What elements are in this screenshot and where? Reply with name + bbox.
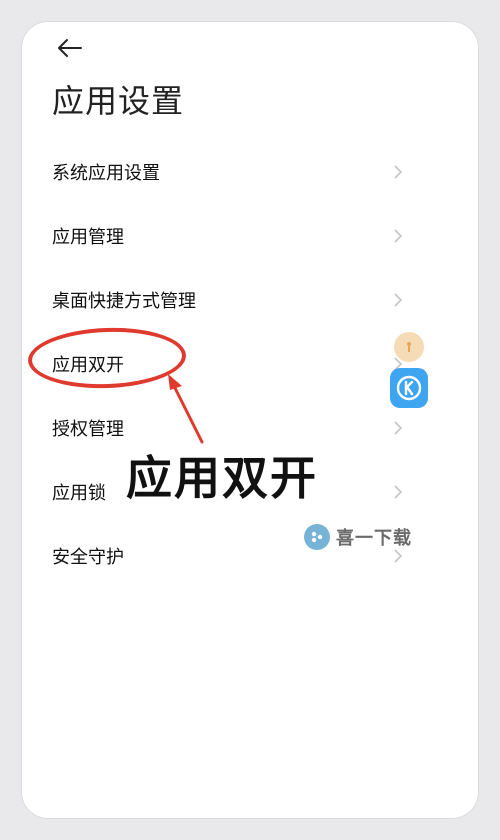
menu-item-app-management[interactable]: 应用管理 — [52, 212, 408, 260]
back-arrow-icon — [58, 39, 82, 57]
page-title: 应用设置 — [52, 82, 185, 120]
menu-item-label: 安全守护 — [52, 547, 124, 568]
chevron-right-icon — [388, 226, 408, 246]
settings-screen: 应用设置 系统应用设置 应用管理 桌面快捷方式管理 应用双开 授权管理 应用锁 — [22, 22, 478, 818]
xiyi-logo-icon — [304, 524, 330, 550]
menu-item-label: 应用锁 — [52, 483, 106, 504]
menu-item-label: 应用管理 — [52, 227, 124, 248]
watermark-text: 喜一下载 — [336, 528, 412, 549]
chevron-right-icon — [388, 418, 408, 438]
menu-item-label: 授权管理 — [52, 419, 124, 440]
floating-app-k-icon[interactable] — [390, 368, 428, 408]
chevron-right-icon — [388, 290, 408, 310]
chevron-right-icon — [388, 162, 408, 182]
back-button[interactable] — [52, 30, 88, 66]
watermark: 喜一下载 — [304, 524, 412, 550]
chevron-right-icon — [388, 482, 408, 502]
menu-item-desktop-shortcut-management[interactable]: 桌面快捷方式管理 — [52, 276, 408, 324]
menu-item-label: 桌面快捷方式管理 — [52, 291, 196, 312]
menu-item-system-app-settings[interactable]: 系统应用设置 — [52, 148, 408, 196]
callout-text: 应用双开 — [126, 451, 318, 505]
floating-badge-icon[interactable] — [394, 332, 424, 362]
menu-item-label: 系统应用设置 — [52, 163, 160, 184]
